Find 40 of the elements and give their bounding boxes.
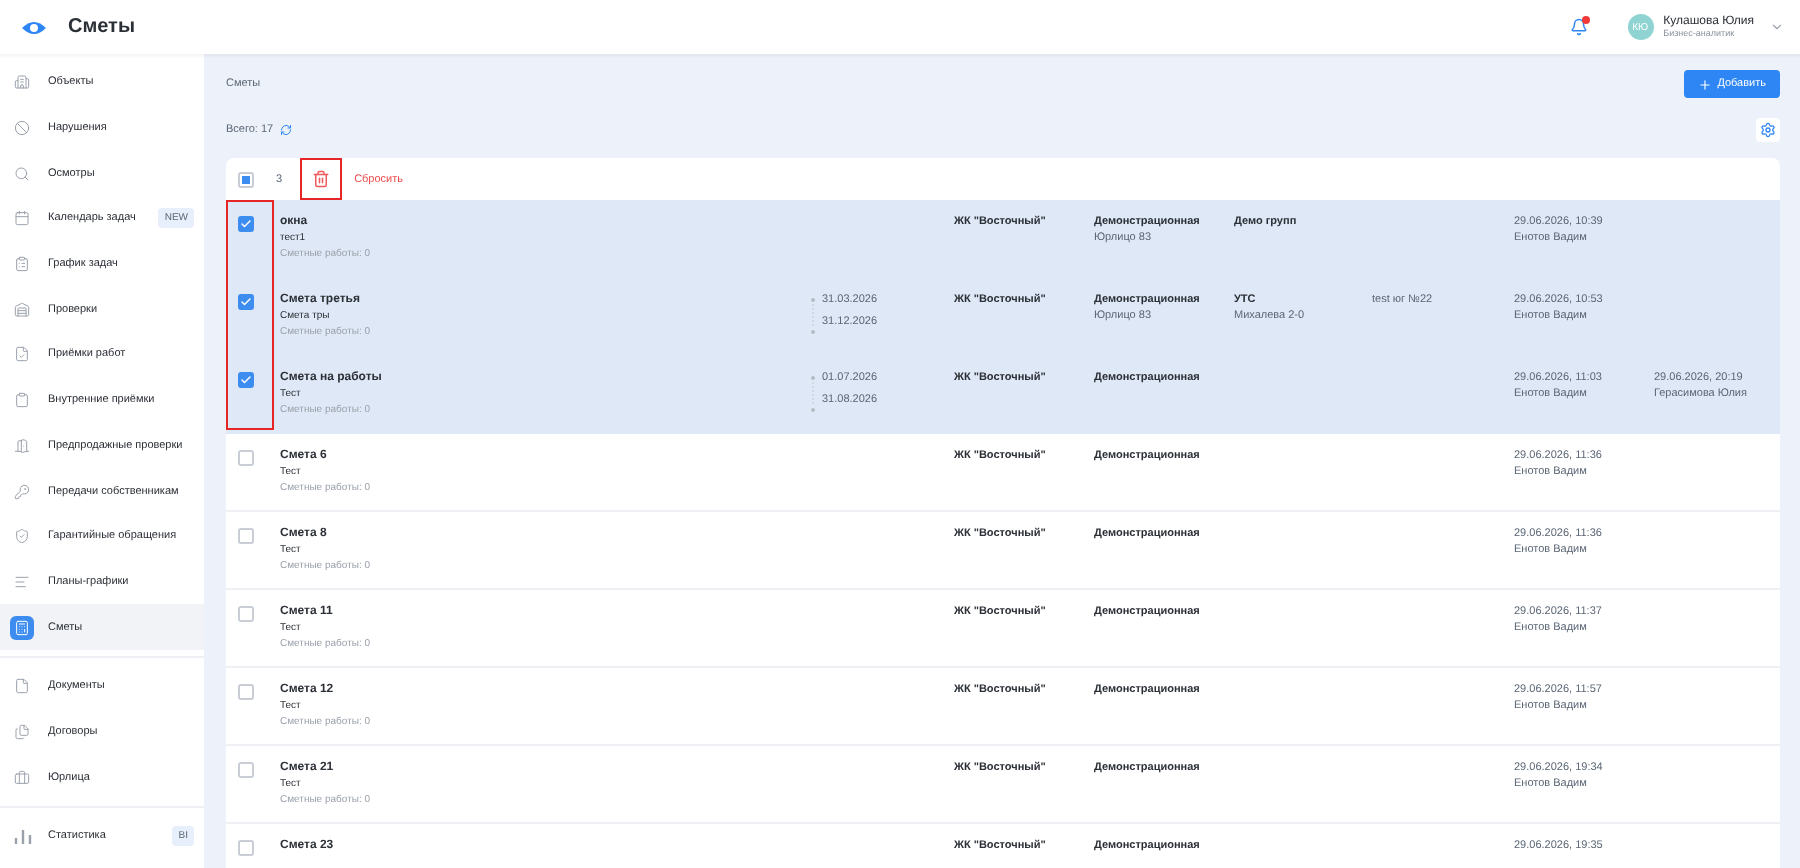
bell-icon[interactable] (1569, 18, 1588, 36)
row-checkbox[interactable] (238, 294, 254, 310)
building-icon (14, 74, 30, 91)
shield-icon (14, 528, 30, 545)
check-icon (240, 374, 252, 386)
door-icon (14, 437, 30, 454)
key-icon (14, 483, 30, 500)
row-checkbox[interactable] (238, 606, 254, 622)
row-checkbox[interactable] (238, 372, 254, 388)
document-icon (14, 678, 30, 695)
refresh-icon[interactable] (279, 124, 292, 136)
check-icon (240, 296, 252, 308)
check-icon (240, 218, 252, 230)
select-all-checkbox[interactable] (238, 171, 254, 187)
search-icon (14, 165, 30, 182)
file-check-icon (14, 346, 30, 363)
clipboard-list-icon (14, 256, 30, 273)
calculator-icon (14, 619, 30, 636)
settings-icon (1760, 122, 1776, 138)
row-checkbox[interactable] (238, 684, 254, 700)
briefcase-icon (14, 769, 30, 786)
page-title: Сметы (68, 16, 137, 38)
clipboard-icon (14, 392, 30, 409)
settings-button[interactable] (1756, 118, 1780, 142)
calendar-icon (14, 210, 30, 227)
bar-chart-icon (13, 827, 31, 846)
plus-icon (1697, 77, 1712, 91)
trash-icon (312, 170, 331, 188)
row-checkbox[interactable] (238, 216, 254, 232)
files-icon (14, 723, 30, 740)
prohibited-icon (14, 120, 30, 137)
row-checkbox[interactable] (238, 762, 254, 778)
lines-icon (14, 573, 30, 590)
delete-button[interactable] (300, 158, 343, 200)
eye-logo-icon (20, 19, 48, 35)
row-checkbox[interactable] (238, 528, 254, 544)
chevron-down-icon[interactable] (1770, 20, 1784, 34)
warehouse-icon (14, 301, 30, 318)
row-checkbox[interactable] (238, 840, 254, 856)
row-checkbox[interactable] (238, 450, 254, 466)
